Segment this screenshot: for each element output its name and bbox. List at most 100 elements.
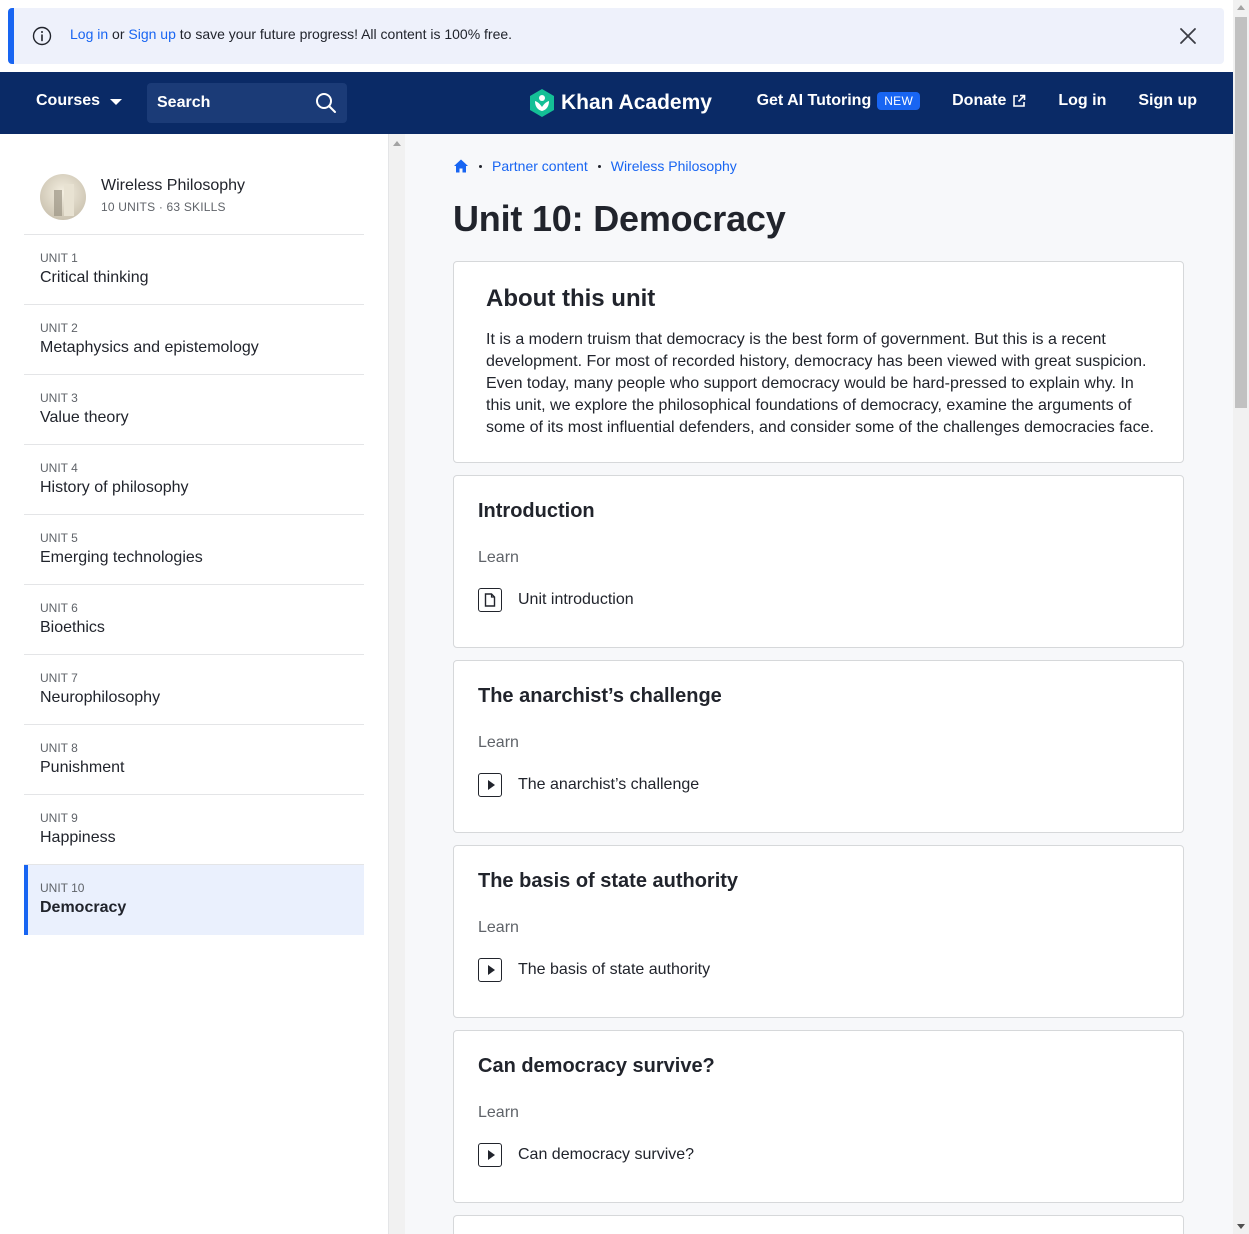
unit-number: UNIT 4 xyxy=(40,461,78,475)
play-icon xyxy=(478,773,502,797)
unit-name: Neurophilosophy xyxy=(40,689,161,706)
unit-number: UNIT 10 xyxy=(40,881,85,895)
khan-academy-logo[interactable]: Khan Academy xyxy=(529,89,712,117)
lesson-title[interactable]: Introduction xyxy=(478,500,595,523)
banner-message: Log in or Sign up to save your future pr… xyxy=(70,26,512,42)
signup-link[interactable]: Sign up xyxy=(1138,92,1197,110)
page-title: Unit 10: Democracy xyxy=(453,198,786,239)
sidebar-item-unit-7[interactable]: UNIT 7 Neurophilosophy xyxy=(24,655,364,725)
banner-login-link[interactable]: Log in xyxy=(70,26,108,42)
unit-name: History of philosophy xyxy=(40,479,189,496)
scroll-up-icon[interactable] xyxy=(393,141,401,146)
lesson-item-democracy-survive[interactable]: Can democracy survive? xyxy=(478,1143,694,1167)
new-badge: NEW xyxy=(877,92,921,110)
unit-number: UNIT 5 xyxy=(40,531,78,545)
breadcrumb: Partner content Wireless Philosophy xyxy=(453,158,737,174)
unit-number: UNIT 6 xyxy=(40,601,78,615)
unit-name: Critical thinking xyxy=(40,269,149,286)
unit-number: UNIT 7 xyxy=(40,671,78,685)
lesson-title[interactable]: The anarchist’s challenge xyxy=(478,685,722,708)
unit-name: Punishment xyxy=(40,759,125,776)
lesson-title[interactable]: The basis of state authority xyxy=(478,870,738,893)
play-icon xyxy=(478,1143,502,1167)
ai-tutoring-link[interactable]: Get AI Tutoring NEW xyxy=(757,92,921,110)
about-text: It is a modern truism that democracy is … xyxy=(486,331,1154,436)
donate-label: Donate xyxy=(952,92,1007,109)
course-sidebar: Wireless Philosophy 10 UNITS · 63 SKILLS… xyxy=(0,134,389,1234)
course-title: Wireless Philosophy xyxy=(101,177,246,194)
unit-name: Metaphysics and epistemology xyxy=(40,339,259,356)
sidebar-item-unit-2[interactable]: UNIT 2 Metaphysics and epistemology xyxy=(24,305,364,375)
lesson-item-anarchists-challenge[interactable]: The anarchist’s challenge xyxy=(478,773,699,797)
learn-section-label: Learn xyxy=(478,919,519,936)
learn-section-label: Learn xyxy=(478,549,519,566)
unit-name: Happiness xyxy=(40,829,116,846)
sidebar-item-unit-9[interactable]: UNIT 9 Happiness xyxy=(24,795,364,865)
lesson-card-next xyxy=(453,1215,1184,1234)
unit-number: UNIT 1 xyxy=(40,251,78,265)
signup-banner: Log in or Sign up to save your future pr… xyxy=(8,8,1224,64)
scroll-up-icon[interactable] xyxy=(1237,5,1245,10)
breadcrumb-partner-content[interactable]: Partner content xyxy=(492,158,588,174)
lesson-title[interactable]: Can democracy survive? xyxy=(478,1055,715,1078)
home-icon[interactable] xyxy=(453,158,469,174)
search-box xyxy=(147,83,347,123)
scroll-down-icon[interactable] xyxy=(1237,1224,1245,1229)
ai-tutoring-label: Get AI Tutoring xyxy=(756,92,872,109)
external-link-icon xyxy=(1013,94,1026,107)
lesson-item-label: Can democracy survive? xyxy=(518,1146,695,1163)
header-nav: Get AI Tutoring NEW Donate Log in Sign u… xyxy=(757,92,1197,110)
breadcrumb-separator xyxy=(597,164,601,168)
course-header[interactable]: Wireless Philosophy 10 UNITS · 63 SKILLS xyxy=(24,174,364,235)
sidebar-item-unit-1[interactable]: UNIT 1 Critical thinking xyxy=(24,235,364,305)
lesson-item-label: The basis of state authority xyxy=(518,961,711,978)
learn-section-label: Learn xyxy=(478,1104,519,1121)
breadcrumb-wireless-philosophy[interactable]: Wireless Philosophy xyxy=(611,158,737,174)
unit-name: Bioethics xyxy=(40,619,105,636)
sidebar-item-unit-4[interactable]: UNIT 4 History of philosophy xyxy=(24,445,364,515)
course-avatar xyxy=(40,174,86,220)
unit-list: UNIT 1 Critical thinking UNIT 2 Metaphys… xyxy=(24,235,364,935)
play-icon xyxy=(478,958,502,982)
chevron-down-icon xyxy=(110,99,123,105)
banner-signup-link[interactable]: Sign up xyxy=(128,26,175,42)
login-link[interactable]: Log in xyxy=(1058,92,1106,110)
about-unit-card: About this unit It is a modern truism th… xyxy=(453,261,1184,463)
unit-number: UNIT 3 xyxy=(40,391,78,405)
unit-number: UNIT 2 xyxy=(40,321,78,335)
sidebar-item-unit-3[interactable]: UNIT 3 Value theory xyxy=(24,375,364,445)
sidebar-item-unit-6[interactable]: UNIT 6 Bioethics xyxy=(24,585,364,655)
courses-label: Courses xyxy=(36,92,101,109)
sidebar-item-unit-5[interactable]: UNIT 5 Emerging technologies xyxy=(24,515,364,585)
close-icon[interactable] xyxy=(1178,26,1198,46)
search-icon[interactable] xyxy=(315,92,337,114)
sidebar-item-unit-8[interactable]: UNIT 8 Punishment xyxy=(24,725,364,795)
unit-name: Democracy xyxy=(40,899,127,916)
lesson-card-introduction: Introduction Learn Unit introduction xyxy=(453,475,1184,648)
banner-area: Log in or Sign up to save your future pr… xyxy=(0,0,1233,72)
sidebar-scrollbar[interactable] xyxy=(389,134,405,1234)
banner-or-text: or xyxy=(112,26,125,42)
main-content: Partner content Wireless Philosophy Unit… xyxy=(389,134,1233,1234)
donate-link[interactable]: Donate xyxy=(952,92,1026,110)
page-scrollbar[interactable] xyxy=(1233,0,1249,1234)
banner-text: to save your future progress! All conten… xyxy=(179,26,513,42)
lesson-item-unit-introduction[interactable]: Unit introduction xyxy=(478,588,634,612)
search-input[interactable] xyxy=(147,83,307,123)
info-icon xyxy=(32,26,52,46)
scrollbar-thumb[interactable] xyxy=(1235,17,1247,408)
course-meta: 10 UNITS · 63 SKILLS xyxy=(101,200,226,214)
lesson-card-democracy-survive: Can democracy survive? Learn Can democra… xyxy=(453,1030,1184,1203)
learn-section-label: Learn xyxy=(478,734,519,751)
logo-icon xyxy=(530,89,554,117)
courses-menu-button[interactable]: Courses xyxy=(36,92,123,110)
lesson-card-state-authority: The basis of state authority Learn The b… xyxy=(453,845,1184,1018)
unit-number: UNIT 8 xyxy=(40,741,78,755)
unit-number: UNIT 9 xyxy=(40,811,78,825)
sidebar-item-unit-10[interactable]: UNIT 10 Democracy xyxy=(24,865,364,935)
lesson-item-state-authority[interactable]: The basis of state authority xyxy=(478,958,710,982)
unit-name: Value theory xyxy=(40,409,129,426)
logo-text: Khan Academy xyxy=(561,91,712,114)
lesson-item-label: The anarchist’s challenge xyxy=(518,776,700,793)
unit-name: Emerging technologies xyxy=(40,549,203,566)
